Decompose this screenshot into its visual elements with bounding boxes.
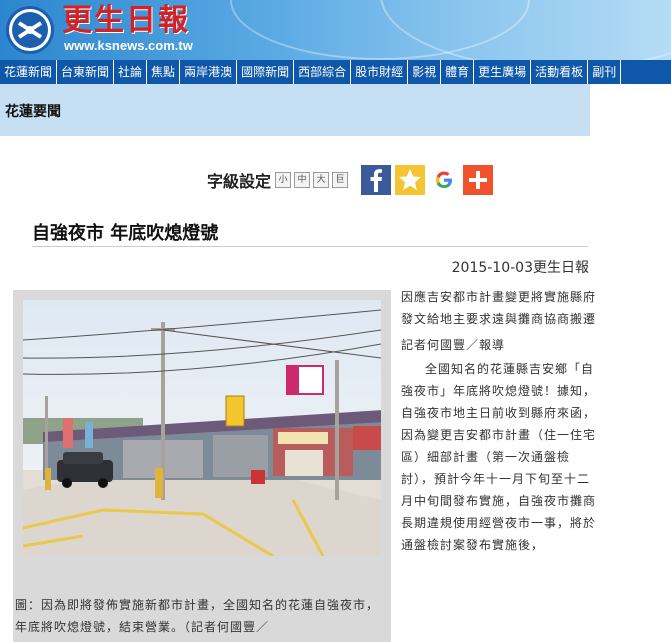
nav-item[interactable]: 西部綜合 [294, 60, 352, 84]
section-header: 花蓮要聞 [0, 84, 590, 136]
article-text-column: 因應吉安都市計畫變更將實施縣府發文給地主要求遠與攤商協商搬遷 記者何國豐／報導 … [401, 286, 597, 556]
site-name[interactable]: 更生日報 [62, 4, 190, 38]
article-photo[interactable] [23, 300, 381, 556]
photo-block: 圖：因為即將發佈實施新都市計畫，全國知名的花蓮自強夜市，年底將吹熄燈號，結束營業… [13, 290, 391, 642]
site-url[interactable]: www.ksnews.com.tw [64, 38, 193, 54]
main-nav: 花蓮新聞 台東新聞 社論 焦點 兩岸港澳 國際新聞 西部綜合 股市財經 影視 體… [0, 60, 671, 84]
font-size-huge-button[interactable]: 巨 [332, 172, 349, 188]
article-headline: 自強夜市 年底吹熄燈號 [32, 223, 219, 244]
nav-item[interactable]: 活動看板 [531, 60, 589, 84]
site-header-banner: 更生日報 www.ksnews.com.tw [0, 0, 671, 60]
google-icon[interactable] [429, 165, 460, 195]
site-logo-icon[interactable] [6, 6, 54, 54]
font-size-label: 字級設定 [207, 172, 272, 191]
nav-item[interactable]: 股市財經 [351, 60, 409, 84]
font-size-toolbar: 字級設定 小 中 大 巨 [207, 164, 494, 196]
nav-item[interactable]: 國際新聞 [237, 60, 295, 84]
font-size-medium-button[interactable]: 中 [294, 172, 311, 188]
article-summary: 因應吉安都市計畫變更將實施縣府發文給地主要求遠與攤商協商搬遷 [401, 290, 597, 326]
favorite-star-icon[interactable] [395, 165, 426, 195]
nav-item[interactable]: 焦點 [147, 60, 181, 84]
font-size-large-button[interactable]: 大 [313, 172, 330, 188]
section-title: 花蓮要聞 [5, 104, 61, 120]
photo-caption: 圖：因為即將發佈實施新都市計畫，全國知名的花蓮自強夜市，年底將吹熄燈號，結束營業… [15, 598, 380, 634]
nav-item[interactable]: 花蓮新聞 [0, 60, 58, 84]
font-size-small-button[interactable]: 小 [275, 172, 292, 188]
nav-item[interactable]: 副刊 [588, 60, 622, 84]
article-date-source: 2015-10-03更生日報 [451, 260, 589, 276]
headline-divider [32, 246, 588, 247]
nav-item[interactable]: 兩岸港澳 [180, 60, 238, 84]
nav-item[interactable]: 更生廣場 [474, 60, 532, 84]
nav-item[interactable]: 社論 [114, 60, 148, 84]
facebook-icon[interactable] [361, 165, 392, 195]
article-reporter: 記者何國豐／報導 [401, 338, 506, 352]
nav-item[interactable]: 台東新聞 [57, 60, 115, 84]
add-plus-icon[interactable] [463, 165, 494, 195]
page: 更生日報 www.ksnews.com.tw 花蓮新聞 台東新聞 社論 焦點 兩… [0, 0, 671, 642]
article-body: 全國知名的花蓮縣吉安鄉「自強夜市」年底將吹熄燈號！據知，自強夜市地主日前收到縣府… [401, 362, 597, 552]
nav-item[interactable]: 影視 [408, 60, 442, 84]
nav-item[interactable]: 體育 [441, 60, 475, 84]
